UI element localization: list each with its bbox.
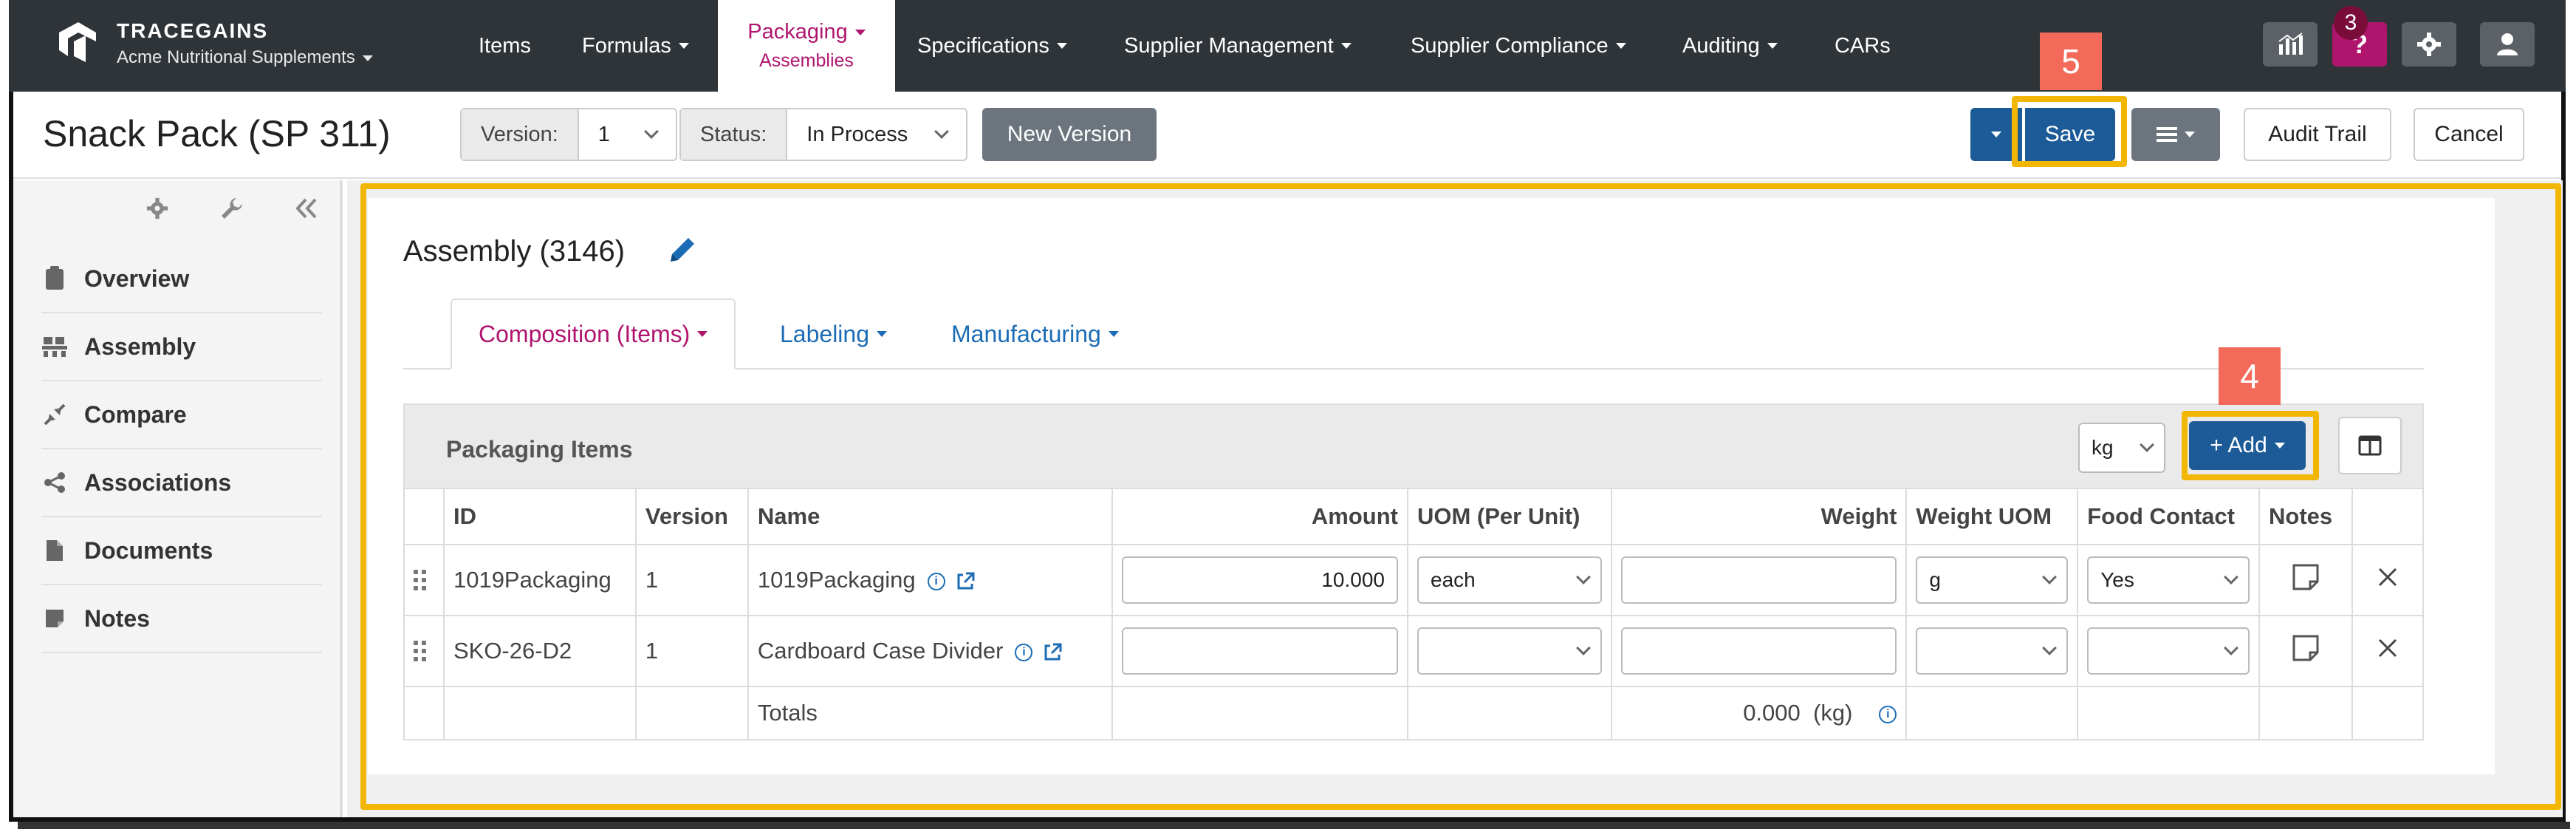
chevron-down-icon — [1991, 132, 2001, 137]
compare-icon — [41, 402, 68, 427]
company-switcher[interactable]: Acme Nutritional Supplements — [117, 47, 373, 68]
cancel-button[interactable]: Cancel — [2414, 108, 2524, 161]
nav-supplier-compliance[interactable]: Supplier Compliance — [1411, 0, 1626, 92]
user-icon — [2497, 33, 2518, 55]
version-label: Version: — [462, 109, 579, 160]
nav-formulas[interactable]: Formulas — [582, 0, 689, 92]
sidebar-tools — [146, 197, 318, 220]
nav-formulas-label: Formulas — [582, 33, 671, 58]
content-highlight — [360, 183, 2561, 810]
nav-cars-label: CARs — [1835, 33, 1891, 58]
version-value: 1 — [597, 122, 610, 146]
new-version-button[interactable]: New Version — [982, 108, 1157, 161]
document-icon — [41, 538, 68, 563]
step-callout-5: 5 — [2040, 33, 2102, 90]
chevron-down-icon — [934, 124, 949, 139]
chart-icon — [2278, 33, 2303, 55]
sidebar-item-label: Assembly — [84, 333, 196, 360]
collapse-sidebar-icon[interactable] — [295, 198, 318, 219]
sidebar-item-compare[interactable]: Compare — [41, 381, 322, 449]
nav-supplier-management[interactable]: Supplier Management — [1124, 0, 1352, 92]
chevron-down-icon — [854, 30, 866, 36]
sidebar-item-label: Documents — [84, 536, 213, 564]
nav-auditing[interactable]: Auditing — [1682, 0, 1778, 92]
share-icon — [41, 470, 68, 495]
audit-trail-button[interactable]: Audit Trail — [2244, 108, 2391, 161]
status-select[interactable]: Status: In Process — [679, 108, 967, 161]
chevron-down-icon — [1767, 43, 1778, 49]
settings-button[interactable] — [2402, 22, 2456, 67]
nav-packaging-sub: Assemblies — [759, 50, 854, 71]
sidebar-item-label: Notes — [84, 604, 150, 632]
add-highlight — [2182, 411, 2319, 480]
wrench-icon[interactable] — [220, 197, 244, 220]
nav-supplier-management-label: Supplier Management — [1124, 33, 1334, 58]
brand[interactable]: TRACEGAINS Acme Nutritional Supplements — [53, 19, 373, 68]
top-nav: TRACEGAINS Acme Nutritional Supplements … — [9, 0, 2566, 92]
sidebar-item-assembly[interactable]: Assembly — [41, 313, 322, 381]
nav-packaging[interactable]: Packaging Assemblies — [718, 0, 895, 92]
more-actions-button[interactable] — [2131, 108, 2220, 161]
chevron-down-icon — [362, 55, 373, 61]
chevron-down-icon — [1056, 43, 1067, 49]
page-title: Snack Pack (SP 311) — [43, 113, 391, 154]
note-icon — [41, 606, 68, 631]
gear-icon[interactable] — [146, 197, 168, 219]
tracegains-logo-icon — [59, 22, 96, 62]
record-header: Snack Pack (SP 311) Version: 1 Status: I… — [13, 92, 2561, 179]
gear-icon — [2417, 33, 2441, 56]
sidebar-item-associations[interactable]: Associations — [41, 449, 322, 517]
brand-name: TRACEGAINS — [117, 19, 269, 42]
pallet-icon — [41, 334, 68, 359]
frame-shadow — [18, 822, 2570, 829]
hamburger-menu-icon — [2157, 127, 2177, 142]
nav-items-label: Items — [479, 33, 531, 58]
sidebar: Overview Assembly Compare Associations D… — [13, 180, 343, 817]
nav-specifications[interactable]: Specifications — [917, 0, 1067, 92]
sidebar-item-notes[interactable]: Notes — [41, 585, 322, 653]
version-select[interactable]: Version: 1 — [460, 108, 677, 161]
nav-auditing-label: Auditing — [1682, 33, 1760, 58]
chevron-down-icon — [678, 43, 689, 49]
chevron-down-icon — [644, 124, 659, 139]
sidebar-item-label: Associations — [84, 468, 232, 496]
nav-items[interactable]: Items — [479, 0, 531, 92]
analytics-button[interactable] — [2263, 22, 2318, 67]
chevron-down-icon — [1340, 43, 1352, 49]
sidebar-item-label: Overview — [84, 265, 190, 292]
clipboard-icon — [41, 266, 68, 291]
step-callout-4: 4 — [2219, 347, 2281, 405]
status-label: Status: — [681, 109, 788, 160]
save-highlight — [2012, 96, 2127, 167]
nav-specifications-label: Specifications — [917, 33, 1049, 58]
company-name: Acme Nutritional Supplements — [117, 47, 355, 67]
chevron-down-icon — [2185, 132, 2195, 137]
status-value: In Process — [806, 122, 908, 146]
user-button[interactable] — [2480, 22, 2535, 67]
sidebar-item-label: Compare — [84, 401, 187, 428]
sidebar-item-overview[interactable]: Overview — [41, 245, 322, 313]
chevron-down-icon — [1615, 43, 1626, 49]
nav-cars[interactable]: CARs — [1835, 0, 1891, 92]
sidebar-item-documents[interactable]: Documents — [41, 517, 322, 585]
nav-supplier-compliance-label: Supplier Compliance — [1411, 33, 1609, 58]
nav-packaging-label: Packaging — [747, 20, 848, 44]
notification-badge: 3 — [2334, 6, 2368, 40]
